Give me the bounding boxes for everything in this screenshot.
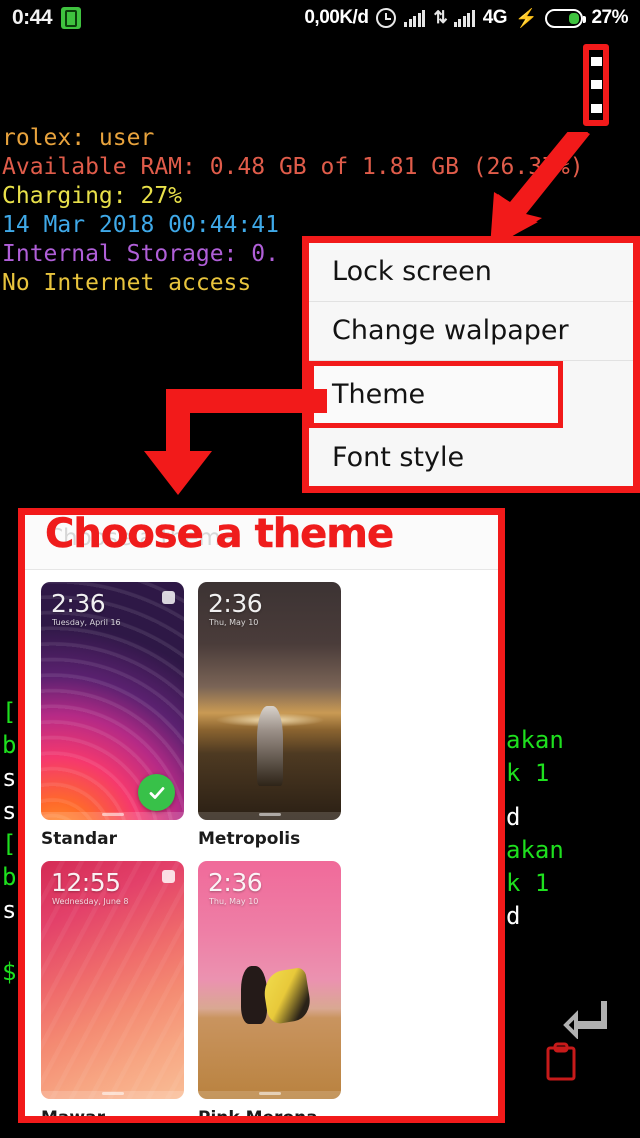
overflow-three-dots-icon[interactable] [583, 44, 609, 126]
dot [590, 57, 602, 67]
thumbnail-date: Wednesday, June 8 [52, 897, 129, 906]
terminal-fragment: k 1 [506, 869, 550, 897]
terminal-fragment: [ [2, 830, 17, 858]
dot [590, 80, 602, 90]
menu-item-change-wallpaper[interactable]: Change walpaper [309, 302, 633, 361]
thumbnail-handle [258, 813, 281, 816]
terminal-right-fragments: akan k 1 [506, 724, 564, 790]
red-elbow-arrow-annotation [144, 389, 327, 495]
red-diagonal-arrow-annotation [490, 132, 590, 248]
thumbnail-date: Thu, May 10 [209, 618, 259, 627]
data-transfer-arrows-icon: ⇅ [433, 8, 447, 27]
thumbnail-time: 2:36 [208, 589, 263, 618]
dialog-title: Choose a theme [45, 511, 395, 557]
thumbnail-time: 2:36 [51, 589, 106, 618]
terminal-fragment: s [2, 896, 17, 924]
menu-item-font-style[interactable]: Font style [309, 428, 633, 486]
thumbnail-handle [258, 1092, 281, 1095]
terminal-prompt: $ [2, 958, 17, 986]
theme-cell-metropolis[interactable]: 2:36 Thu, May 10 Metropolis [198, 582, 341, 849]
theme-thumbnail[interactable]: 2:36 Tuesday, April 16 [41, 582, 184, 820]
battery-outline-icon [545, 8, 587, 28]
menu-item-label: Change walpaper [332, 315, 569, 347]
menu-item-label: Lock screen [332, 256, 492, 288]
terminal-fragment: s [2, 764, 17, 792]
thumbnail-handle [101, 813, 124, 816]
dot [590, 103, 602, 113]
thumbnail-date: Thu, May 10 [209, 897, 259, 906]
theme-cell-standar[interactable]: 2:36 Tuesday, April 16 Standar [41, 582, 184, 849]
terminal-fragment: [ [2, 698, 17, 726]
battery-green-icon [61, 7, 82, 29]
thumbnail-handle [101, 1092, 124, 1095]
theme-cell-mawar[interactable]: 12:55 Wednesday, June 8 Mawar [41, 861, 184, 1123]
theme-thumbnail[interactable]: 2:36 Thu, May 10 [198, 582, 341, 820]
network-type-label: 4G [482, 7, 508, 28]
status-bar-right: 0,00K/d ⇅ 4G ⚡ 27% [304, 7, 628, 29]
theme-label: Pink Merona [198, 1108, 318, 1123]
terminal-fragment: akan [506, 836, 564, 864]
lock-badge-icon [162, 591, 175, 604]
battery-percent-label: 27% [591, 7, 628, 28]
theme-label: Standar [41, 829, 117, 849]
data-rate-label: 0,00K/d [304, 7, 369, 28]
terminal-fragment: s [2, 797, 17, 825]
terminal-fragment: d [506, 902, 521, 930]
thumbnail-date: Tuesday, April 16 [52, 618, 121, 627]
clipboard-icon[interactable] [545, 1042, 577, 1082]
terminal-fragment: b [2, 731, 17, 759]
theme-label: Mawar [41, 1108, 105, 1123]
status-clock: 0:44 [12, 6, 53, 29]
check-circle-icon [138, 774, 175, 811]
alarm-clock-icon [376, 8, 397, 28]
terminal-right-fragments-2: d akan k 1 d [506, 801, 564, 933]
theme-label: Metropolis [198, 829, 301, 849]
theme-cell-pink-merona[interactable]: 2:36 Thu, May 10 Pink Merona [198, 861, 341, 1123]
theme-chooser-dialog[interactable]: Choose a theme Choose a theme 2:36 Tuesd… [18, 508, 505, 1123]
theme-thumbnail[interactable]: 2:36 Thu, May 10 [198, 861, 341, 1099]
theme-grid: 2:36 Tuesday, April 16 Standar 2:36 Thu,… [25, 570, 498, 1123]
signal-bars-icon [404, 9, 426, 27]
thumbnail-time: 12:55 [51, 868, 121, 897]
terminal-fragment: k 1 [506, 759, 550, 787]
popup-menu[interactable]: Lock screen Change walpaper Theme Font s… [302, 236, 640, 493]
terminal-prompt-row: $ [2, 956, 16, 989]
theme-thumbnail[interactable]: 12:55 Wednesday, June 8 [41, 861, 184, 1099]
lock-badge-icon [162, 870, 175, 883]
enter-return-arrow-icon[interactable] [563, 999, 607, 1039]
signal-bars-icon-2 [453, 9, 475, 27]
menu-item-lock-screen[interactable]: Lock screen [309, 243, 633, 302]
dialog-header: Choose a theme Choose a theme [25, 515, 498, 570]
terminal-fragment: d [506, 803, 521, 831]
status-bar: 0:44 0,00K/d ⇅ 4G ⚡ 27% [0, 0, 640, 36]
menu-item-label: Font style [332, 441, 465, 473]
terminal-left-fragments: [ b s s [ b s [2, 696, 16, 927]
thumbnail-time: 2:36 [208, 868, 263, 897]
menu-item-theme[interactable]: Theme [309, 360, 563, 429]
charging-bolt-icon: ⚡ [515, 7, 538, 28]
terminal-fragment: akan [506, 726, 564, 754]
status-bar-left: 0:44 [12, 6, 82, 30]
menu-item-label: Theme [332, 378, 426, 410]
terminal-fragment: b [2, 863, 17, 891]
